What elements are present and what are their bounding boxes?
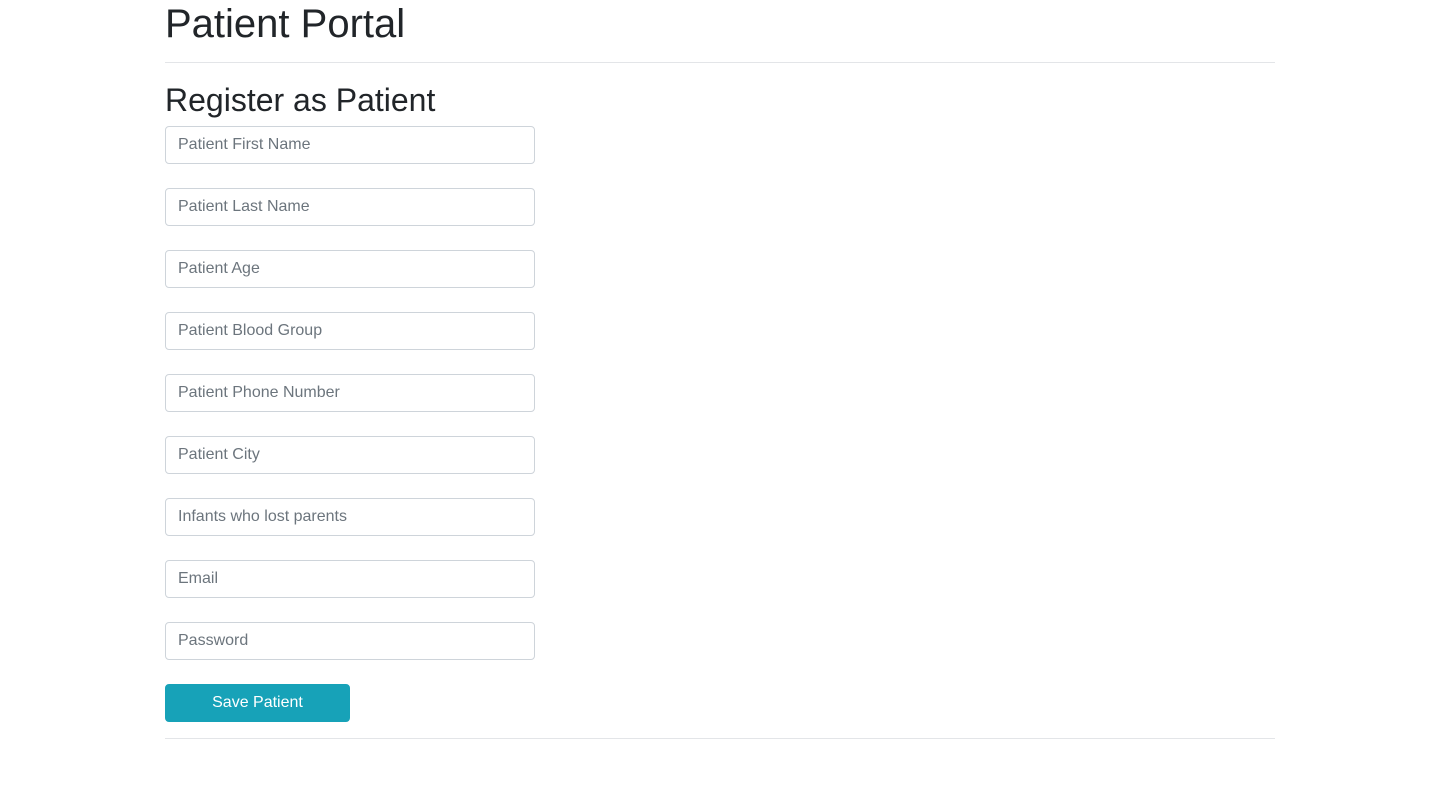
phone-group (165, 374, 1275, 412)
age-input[interactable] (165, 250, 535, 288)
header-divider (165, 62, 1275, 63)
email-input[interactable] (165, 560, 535, 598)
blood-group-input[interactable] (165, 312, 535, 350)
age-group (165, 250, 1275, 288)
save-patient-button[interactable]: Save Patient (165, 684, 350, 722)
footer-divider (165, 738, 1275, 739)
register-heading: Register as Patient (165, 82, 436, 118)
city-group (165, 436, 1275, 474)
first-name-input[interactable] (165, 126, 535, 164)
page-container: Patient Portal Register as Patient Patie… (165, 0, 1275, 739)
password-group (165, 622, 1275, 660)
password-input[interactable] (165, 622, 535, 660)
phone-number-input[interactable] (165, 374, 535, 412)
first-name-group (165, 126, 1275, 164)
last-name-group (165, 188, 1275, 226)
page-title: Patient Portal (165, 2, 406, 46)
city-input[interactable] (165, 436, 535, 474)
infants-lost-parents-input[interactable] (165, 498, 535, 536)
email-group (165, 560, 1275, 598)
infants-group (165, 498, 1275, 536)
blood-group-group (165, 312, 1275, 350)
patient-registration-form: Save Patient (165, 126, 1275, 722)
last-name-input[interactable] (165, 188, 535, 226)
